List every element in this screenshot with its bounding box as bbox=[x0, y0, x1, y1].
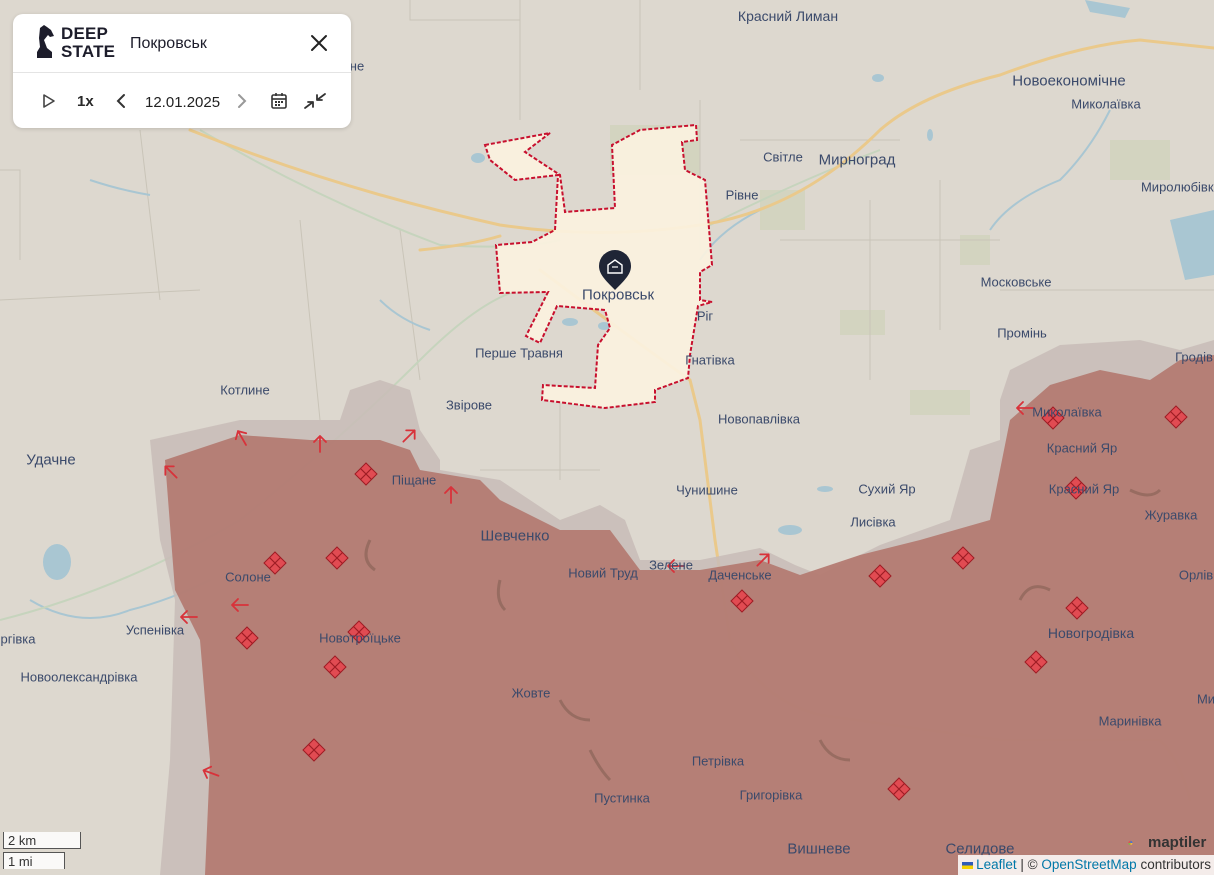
map-label-uspenivka: Успенівка bbox=[125, 622, 185, 638]
attribution: Leaflet | © OpenStreetMap contributors bbox=[958, 855, 1214, 875]
chevron-left-icon[interactable] bbox=[114, 90, 128, 112]
map-label-novoekonomichne: Новоекономічне bbox=[1012, 72, 1126, 90]
map-label-novopavlivka: Новопавлівка bbox=[717, 411, 801, 427]
map-label-krasnyi-yar-2: Красний Яр bbox=[1048, 481, 1120, 497]
map-label-udachne: Удачне bbox=[26, 451, 76, 469]
attribution-contributors: contributors bbox=[1136, 857, 1211, 872]
scale-km: 2 km bbox=[3, 832, 81, 849]
deepstate-logo[interactable]: DEEP STATE bbox=[35, 24, 117, 62]
map-label-zvirove: Звірове bbox=[445, 397, 493, 413]
map-label-zhovte: Жовте bbox=[511, 685, 551, 701]
map-label-myrnohrad: Мирноград bbox=[818, 151, 896, 169]
map-label-pershe-travnia: Перше Травня bbox=[475, 345, 563, 361]
map-label-krasnyi-yar-1: Красний Яр bbox=[1046, 440, 1118, 456]
date-display[interactable]: 12.01.2025 bbox=[145, 94, 220, 111]
attribution-separator: | © bbox=[1016, 857, 1042, 872]
logo-text: DEEP STATE bbox=[61, 24, 116, 61]
map-label-hryhorivka: Григорівка bbox=[739, 787, 803, 803]
chevron-right-icon[interactable] bbox=[235, 90, 249, 112]
map-label-pokrovsk: Покровськ bbox=[581, 286, 655, 304]
city-title: Покровськ bbox=[130, 35, 207, 52]
map-label-marynivka: Маринівка bbox=[1098, 713, 1162, 729]
compress-arrows-icon[interactable] bbox=[303, 90, 327, 112]
map-label-novyi-trud: Новий Труд bbox=[568, 565, 638, 581]
speed-button[interactable]: 1x bbox=[77, 93, 94, 110]
map-label-orikhivka: ргівка bbox=[0, 631, 36, 647]
maptiler-logo-text: maptiler bbox=[1148, 834, 1207, 851]
map-label-rih: Ріг bbox=[696, 308, 714, 324]
map-label-lysivka: Лисівка bbox=[850, 514, 896, 530]
control-panel: DEEP STATE Покровськ 1x 12.01.2025 bbox=[13, 14, 351, 128]
play-icon[interactable] bbox=[41, 90, 57, 112]
panel-header: DEEP STATE Покровськ bbox=[13, 14, 351, 73]
ukraine-flag-icon bbox=[962, 861, 974, 869]
map-label-mykolaivka-n: Миколаївка bbox=[1071, 96, 1141, 112]
calendar-icon[interactable] bbox=[269, 90, 289, 112]
map-label-solone: Солоне bbox=[225, 569, 271, 585]
map-label-novotroitske: Новотроїцьке bbox=[319, 630, 401, 646]
leaflet-link[interactable]: Leaflet bbox=[976, 857, 1017, 872]
map-label-chunyshyne: Чунишине bbox=[676, 482, 738, 498]
map-label-novooleksandrivka: Новоолександрівка bbox=[20, 669, 138, 685]
scale-mi: 1 mi bbox=[3, 852, 65, 869]
map-label-zelene: Зелене bbox=[649, 557, 693, 573]
map-label-novohrodivka: Новогродівка bbox=[1047, 625, 1135, 641]
map-label-krasnyi-lyman: Красний Лиман bbox=[737, 8, 839, 24]
map-label-kotlyne: Котлине bbox=[220, 382, 270, 398]
map-label-promin: Промінь bbox=[997, 325, 1047, 341]
logo-horse-icon bbox=[37, 25, 54, 58]
map-label-my-edge: Ми bbox=[1196, 691, 1214, 707]
map-label-myroliubivka: Миролюбівка bbox=[1140, 179, 1214, 195]
osm-link[interactable]: OpenStreetMap bbox=[1041, 857, 1136, 872]
map-label-pustynka: Пустинка bbox=[594, 790, 650, 806]
map-label-rivne: Рівне bbox=[725, 187, 759, 203]
map-label-mykolaivka-s: Миколаївка bbox=[1032, 404, 1102, 420]
map-label-pishchane: Піщане bbox=[391, 472, 437, 488]
maptiler-logo-icon[interactable] bbox=[1128, 832, 1148, 854]
map-label-petrivka: Петрівка bbox=[691, 753, 745, 769]
map-canvas[interactable] bbox=[0, 0, 1214, 875]
map-label-hnativka: Гнатівка bbox=[685, 352, 735, 368]
map-label-sukhyi-yar: Сухий Яр bbox=[858, 481, 916, 497]
map-label-shevchenko: Шевченко bbox=[480, 527, 550, 545]
map-label-dachenske: Даченське bbox=[708, 567, 772, 583]
map-label-hrodivka: Гродів bbox=[1175, 349, 1213, 365]
map-label-zhuravka: Журавка bbox=[1144, 507, 1198, 523]
map-label-moskovske: Московське bbox=[980, 274, 1052, 290]
close-icon[interactable] bbox=[309, 33, 329, 53]
map-label-orlivka: Орлів bbox=[1178, 567, 1214, 583]
map-label-fragment: не bbox=[349, 58, 365, 74]
map-label-svitle: Світле bbox=[763, 149, 803, 165]
map-label-vyshneve: Вишневе bbox=[787, 840, 851, 858]
